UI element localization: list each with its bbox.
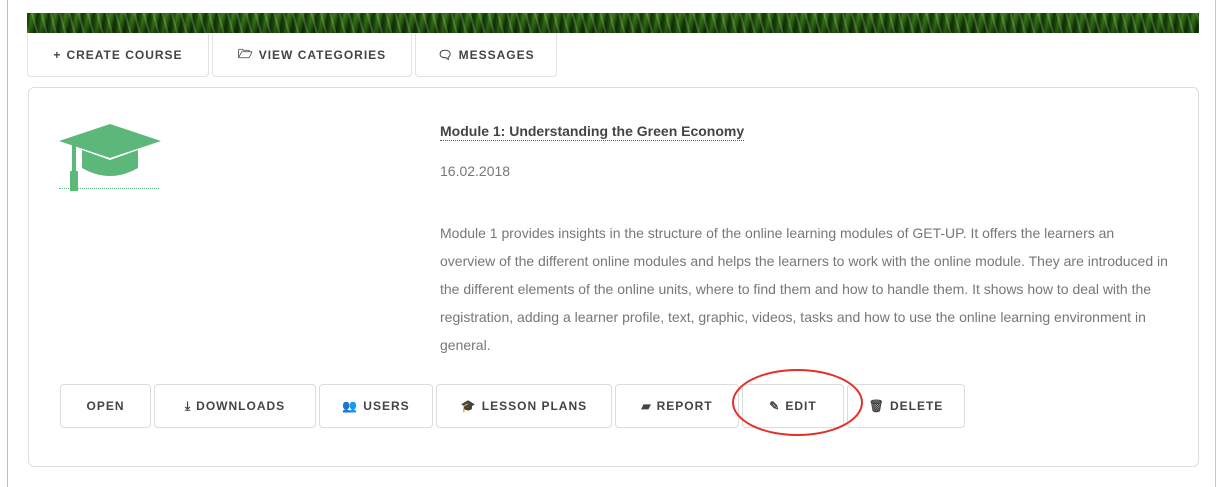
edit-button[interactable]: ✎ EDIT <box>742 384 844 428</box>
comments-icon: 🗨 <box>437 48 454 62</box>
report-label: REPORT <box>656 399 713 413</box>
users-button[interactable]: 👥 USERS <box>319 384 433 428</box>
lesson-plans-label: LESSON PLANS <box>481 399 588 413</box>
top-tab-bar: + CREATE COURSE 🗁 VIEW CATEGORIES 🗨 MESS… <box>27 34 560 78</box>
create-course-label: CREATE COURSE <box>66 48 183 62</box>
book-icon: ▰ <box>641 399 652 413</box>
open-button[interactable]: OPEN <box>60 384 151 428</box>
delete-label: DELETE <box>889 399 944 413</box>
graduation-cap-small-icon: 🎓 <box>460 399 477 413</box>
pencil-icon: ✎ <box>769 399 781 413</box>
view-categories-label: VIEW CATEGORIES <box>258 48 387 62</box>
lesson-plans-button[interactable]: 🎓 LESSON PLANS <box>436 384 612 428</box>
course-description: Module 1 provides insights in the struct… <box>440 225 1168 353</box>
download-icon: ⤓ <box>184 398 192 413</box>
course-card: Module 1: Understanding the Green Econom… <box>28 87 1199 467</box>
downloads-button[interactable]: ⤓ DOWNLOADS <box>154 384 316 428</box>
header-banner-grass-image <box>27 13 1199 33</box>
page-right-border <box>1215 0 1216 487</box>
users-icon: 👥 <box>342 399 359 413</box>
course-image[interactable] <box>59 124 161 192</box>
view-categories-tab[interactable]: 🗁 VIEW CATEGORIES <box>212 34 412 77</box>
messages-tab[interactable]: 🗨 MESSAGES <box>415 34 557 77</box>
folder-open-icon: 🗁 <box>237 46 254 61</box>
open-label: OPEN <box>86 399 125 413</box>
course-action-bar: OPEN ⤓ DOWNLOADS 👥 USERS 🎓 LESSON PLANS … <box>60 384 968 428</box>
graduation-cap-icon <box>59 124 161 191</box>
edit-label: EDIT <box>785 399 817 413</box>
delete-button[interactable]: 🗑 DELETE <box>847 384 965 428</box>
course-date: 16.02.2018 <box>440 163 511 179</box>
page-left-border <box>7 0 8 487</box>
downloads-label: DOWNLOADS <box>196 399 286 413</box>
image-underline <box>59 188 159 189</box>
course-title-link[interactable]: Module 1: Understanding the Green Econom… <box>440 123 745 141</box>
messages-label: MESSAGES <box>458 48 535 62</box>
report-button[interactable]: ▰ REPORT <box>615 384 739 428</box>
trash-icon: 🗑 <box>868 399 885 413</box>
users-label: USERS <box>363 399 410 413</box>
plus-icon: + <box>53 48 62 62</box>
create-course-tab[interactable]: + CREATE COURSE <box>27 34 209 77</box>
